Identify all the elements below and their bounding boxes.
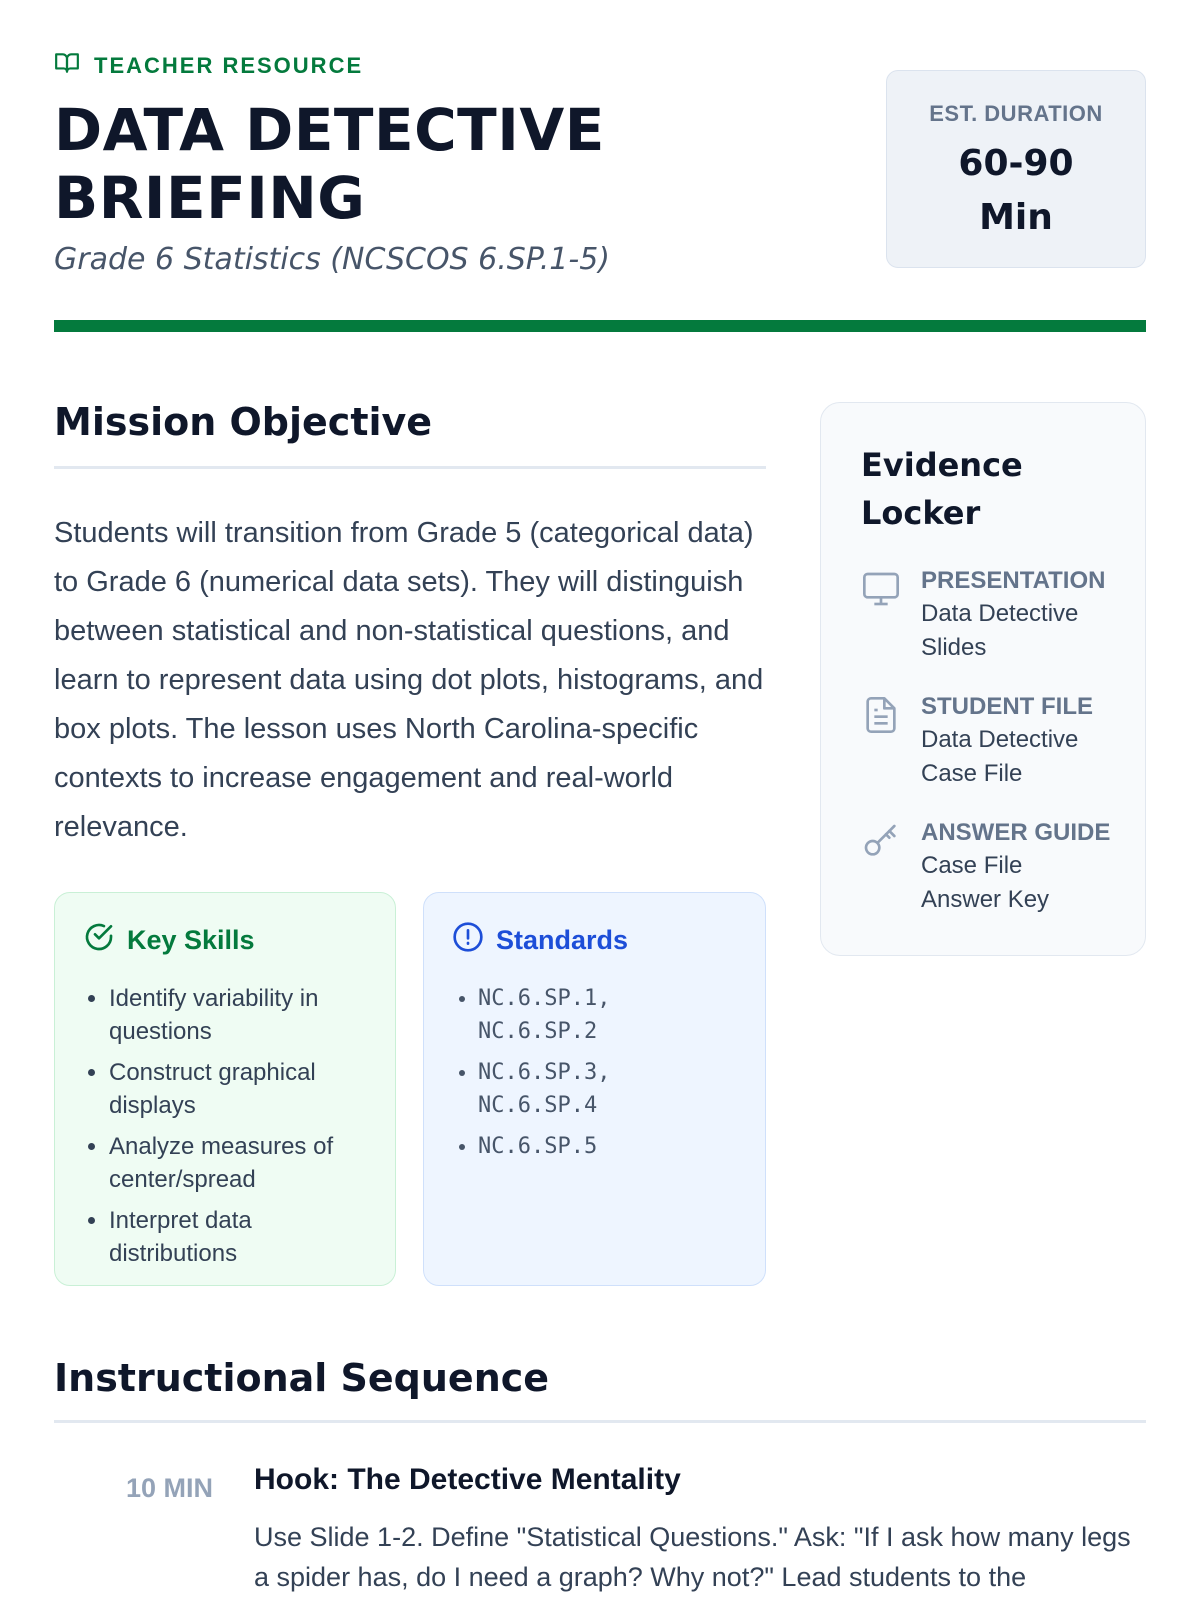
sequence-step: 10 MIN Hook: The Detective Mentality Use… <box>54 1463 1146 1597</box>
sequence-divider <box>54 1420 1146 1423</box>
step-description: Use Slide 1-2. Define "Statistical Quest… <box>254 1522 1131 1592</box>
key-skills-list: Identify variability in questions Constr… <box>83 982 369 1270</box>
check-circle-icon <box>83 921 115 960</box>
locker-item-type: ANSWER GUIDE <box>921 819 1111 846</box>
monitor-icon <box>861 567 901 665</box>
header-divider <box>54 320 1146 332</box>
locker-item-type: STUDENT FILE <box>921 693 1093 720</box>
page-title: DATA DETECTIVE BRIEFING <box>54 96 605 232</box>
standards-list: NC.6.SP.1, NC.6.SP.2 NC.6.SP.3, NC.6.SP.… <box>452 982 739 1163</box>
list-item: Identify variability in questions <box>109 982 369 1048</box>
evidence-locker-heading: Evidence Locker <box>861 446 1023 532</box>
alert-circle-icon <box>452 921 484 960</box>
kicker-label: TEACHER RESOURCE <box>94 53 364 78</box>
skills-standards-cards: Key Skills Identify variability in quest… <box>54 892 766 1288</box>
standards-card: Standards NC.6.SP.1, NC.6.SP.2 NC.6.SP.3… <box>423 892 766 1286</box>
instructional-sequence: Instructional Sequence 10 MIN Hook: The … <box>54 1356 1146 1597</box>
locker-item-presentation[interactable]: PRESENTATION Data Detective Slides <box>861 567 1115 665</box>
mission-section: Mission Objective Students will transiti… <box>54 400 766 852</box>
book-icon <box>54 50 80 82</box>
list-item: NC.6.SP.5 <box>478 1130 739 1163</box>
standards-heading: Standards <box>496 925 629 955</box>
evidence-locker: Evidence Locker PRESENTATION Data Detect… <box>820 402 1146 956</box>
key-skills-header: Key Skills <box>83 921 369 960</box>
duration-value: 60-90 Min <box>958 143 1074 238</box>
list-item: Interpret data distributions <box>109 1204 369 1270</box>
briefing-page: TEACHER RESOURCE DATA DETECTIVE BRIEFING… <box>0 0 1200 1600</box>
duration-box: EST. DURATION 60-90 Min <box>886 70 1146 268</box>
locker-item-student-file[interactable]: STUDENT FILE Data Detective Case File <box>861 693 1115 791</box>
locker-item-type: PRESENTATION <box>921 567 1106 594</box>
header: TEACHER RESOURCE DATA DETECTIVE BRIEFING… <box>54 50 1146 340</box>
mission-text: Students will transition from Grade 5 (c… <box>54 517 764 843</box>
step-title: Hook: The Detective Mentality <box>254 1463 681 1496</box>
locker-item-name: Data Detective Slides <box>921 600 1079 661</box>
list-item: NC.6.SP.1, NC.6.SP.2 <box>478 982 628 1048</box>
mission-divider <box>54 466 766 469</box>
locker-item-name: Case File Answer Key <box>921 852 1050 913</box>
key-icon <box>861 819 901 917</box>
step-duration: 10 MIN <box>126 1473 214 1503</box>
key-skills-heading: Key Skills <box>127 925 255 955</box>
locker-item-name: Data Detective Case File <box>921 726 1079 787</box>
sequence-heading: Instructional Sequence <box>54 1356 550 1400</box>
duration-label: EST. DURATION <box>929 101 1103 126</box>
list-item: Construct graphical displays <box>109 1056 369 1122</box>
document-icon <box>861 693 901 791</box>
mission-heading: Mission Objective <box>54 400 433 444</box>
list-item: Analyze measures of center/spread <box>109 1130 369 1196</box>
locker-item-answer-guide[interactable]: ANSWER GUIDE Case File Answer Key <box>861 819 1115 917</box>
list-item: NC.6.SP.3, NC.6.SP.4 <box>478 1056 628 1122</box>
standards-header: Standards <box>452 921 739 960</box>
key-skills-card: Key Skills Identify variability in quest… <box>54 892 396 1286</box>
